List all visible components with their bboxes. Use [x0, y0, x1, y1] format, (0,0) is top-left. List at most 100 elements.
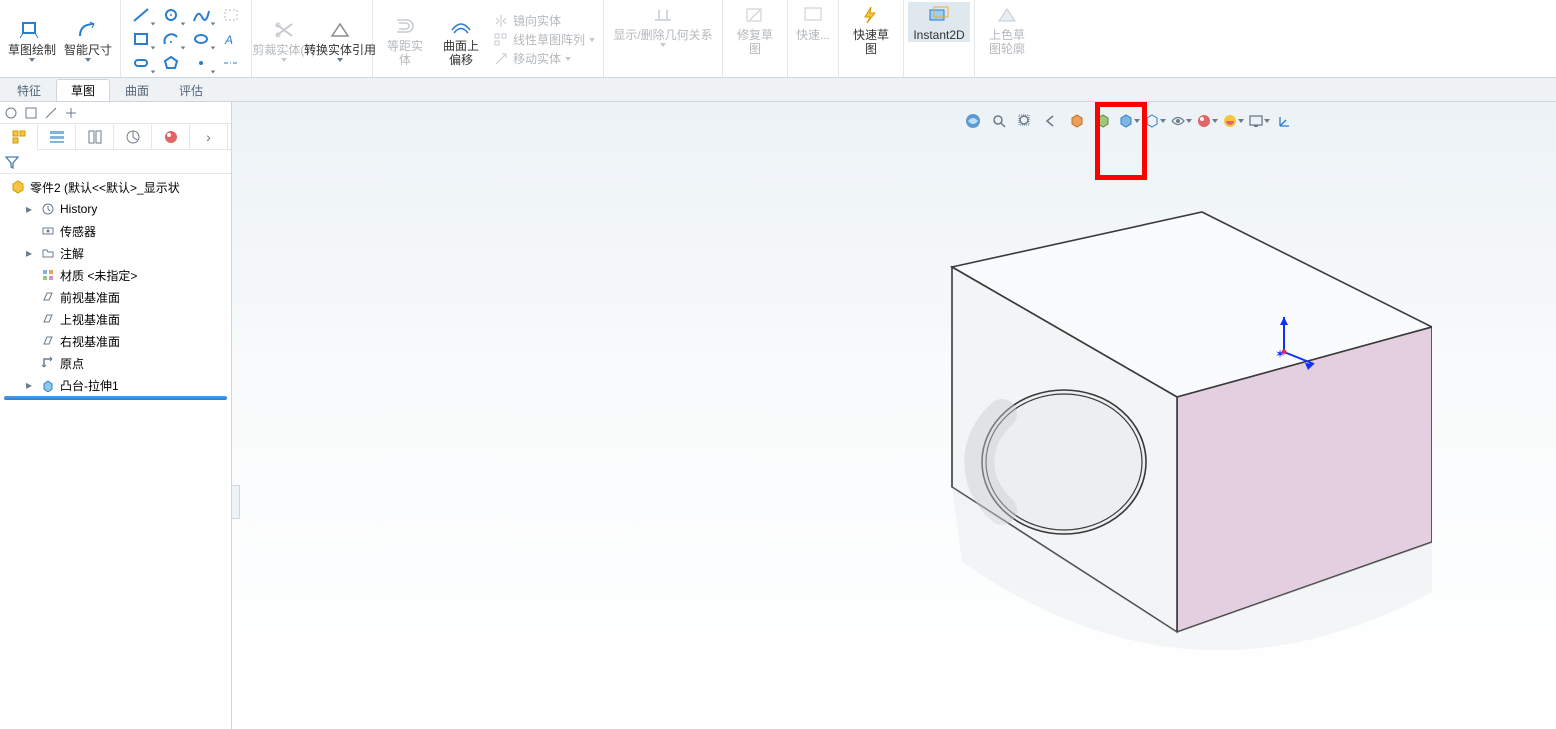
tab-features[interactable]: 特征: [2, 79, 56, 101]
hide-show-button[interactable]: [1144, 110, 1166, 132]
tab-surface[interactable]: 曲面: [110, 79, 164, 101]
tree-right-plane[interactable]: 右视基准面: [0, 330, 231, 352]
tree-item-label: 前视基准面: [60, 289, 120, 306]
view-orientation-cube[interactable]: [1092, 110, 1114, 132]
mirror-label: 镜向实体: [513, 12, 561, 29]
tree-annotations[interactable]: ▸ 注解: [0, 242, 231, 264]
convert-entities-button[interactable]: 转换实体引用: [312, 17, 368, 62]
linear-pattern-button[interactable]: 线性草图阵列: [493, 31, 595, 48]
rapid-sketch-icon: [857, 4, 885, 26]
offset-icon: [391, 15, 419, 37]
surface-offset-button[interactable]: 曲面上 偏移: [433, 13, 489, 67]
panel-quick-4[interactable]: [62, 104, 80, 122]
tree-material[interactable]: 材质 <未指定>: [0, 264, 231, 286]
svg-text:✶: ✶: [1275, 347, 1285, 361]
repair-label: 修复草 图: [737, 28, 773, 56]
ribbon-group-instant2d: Instant2D: [904, 0, 975, 77]
panel-quick-bar: [0, 102, 231, 124]
panel-tab-appearance[interactable]: [152, 124, 190, 150]
panel-collapse-handle[interactable]: [232, 485, 240, 519]
ribbon-group-sketch: 草图绘制 智能尺寸: [0, 0, 121, 77]
move-icon: [493, 51, 509, 67]
rectangle-tool[interactable]: [127, 28, 155, 50]
text-tool[interactable]: A: [217, 28, 245, 50]
panel-quick-1[interactable]: [2, 104, 20, 122]
offset-entities-button[interactable]: 等距实 体: [377, 13, 433, 67]
command-manager-tabs: 特征 草图 曲面 评估: [0, 78, 1556, 102]
tree-sensors[interactable]: 传感器: [0, 220, 231, 242]
eye-visibility-button[interactable]: [1170, 110, 1192, 132]
ellipse-tool[interactable]: [187, 28, 215, 50]
tree-history[interactable]: ▸History: [0, 198, 231, 220]
expand-icon: ▸: [26, 202, 36, 216]
slot-tool[interactable]: [127, 52, 155, 74]
rollback-bar[interactable]: [4, 396, 227, 400]
feature-tree: 零件2 (默认<<默认>_显示状 ▸History 传感器 ▸ 注解 材质 <未指…: [0, 174, 231, 729]
mirror-entities-button[interactable]: 镜向实体: [493, 12, 595, 29]
panel-tab-property[interactable]: [38, 124, 76, 150]
instant2d-button[interactable]: Instant2D: [908, 2, 970, 42]
display-style-button[interactable]: [1118, 110, 1140, 132]
panel-quick-2[interactable]: [22, 104, 40, 122]
tree-top-plane[interactable]: 上视基准面: [0, 308, 231, 330]
rapid-sketch-button[interactable]: 快速草 图: [843, 2, 899, 56]
tab-sketch[interactable]: 草图: [56, 79, 110, 101]
move-entities-button[interactable]: 移动实体: [493, 50, 595, 67]
apply-scene-button[interactable]: [1222, 110, 1244, 132]
tree-origin[interactable]: 原点: [0, 352, 231, 374]
view-orientation-button[interactable]: [962, 110, 984, 132]
instant2d-label: Instant2D: [913, 28, 964, 42]
tree-item-label: 注解: [60, 245, 84, 262]
sketch-draw-button[interactable]: 草图绘制: [4, 17, 60, 62]
arc-tool[interactable]: [157, 28, 185, 50]
caret-icon: [660, 43, 666, 47]
centerline-tool[interactable]: [217, 52, 245, 74]
spline-tool[interactable]: [187, 4, 215, 26]
graphics-viewport[interactable]: ✶: [232, 102, 1556, 729]
rectangle-ref-tool[interactable]: [217, 4, 245, 26]
display-relations-button[interactable]: 显示/删除几何关系: [608, 2, 718, 47]
caret-icon: [281, 58, 287, 62]
tree-front-plane[interactable]: 前视基准面: [0, 286, 231, 308]
section-view-button[interactable]: [1066, 110, 1088, 132]
rapid-sketch-label: 快速草 图: [853, 28, 889, 56]
view-triad-button[interactable]: [1274, 110, 1296, 132]
point-tool[interactable]: [187, 52, 215, 74]
convert-icon: [326, 19, 354, 41]
panel-tab-more[interactable]: ›: [190, 124, 228, 150]
surface-offset-icon: [447, 15, 475, 37]
tree-extrude1[interactable]: ▸凸台-拉伸1: [0, 374, 231, 396]
panel-quick-3[interactable]: [42, 104, 60, 122]
tab-evaluate[interactable]: 评估: [164, 79, 218, 101]
tree-root[interactable]: 零件2 (默认<<默认>_显示状: [0, 176, 231, 198]
surface-offset-label: 曲面上 偏移: [443, 39, 479, 67]
polygon-tool[interactable]: [157, 52, 185, 74]
previous-view-button[interactable]: [1040, 110, 1062, 132]
view-settings-button[interactable]: [1248, 110, 1270, 132]
tree-item-label: 传感器: [60, 223, 96, 240]
zoom-fit-button[interactable]: [988, 110, 1010, 132]
quick-button[interactable]: 快速...: [792, 2, 834, 42]
repair-sketch-button[interactable]: 修复草 图: [727, 2, 783, 56]
panel-tab-config[interactable]: [76, 124, 114, 150]
panel-tab-dim[interactable]: [114, 124, 152, 150]
model-3d-block: ✶: [672, 162, 1432, 722]
zoom-area-button[interactable]: [1014, 110, 1036, 132]
shade-icon: [993, 4, 1021, 26]
line-tool[interactable]: [127, 4, 155, 26]
panel-tab-feature-tree[interactable]: [0, 124, 38, 150]
relations-icon: [649, 4, 677, 26]
heads-up-view-toolbar: [962, 110, 1296, 132]
shade-sketch-button[interactable]: 上色草 图轮廓: [979, 2, 1035, 56]
part-icon: [10, 179, 26, 195]
circle-tool[interactable]: [157, 4, 185, 26]
filter-icon[interactable]: [4, 154, 20, 170]
tree-item-label: 材质 <未指定>: [60, 267, 137, 284]
quick-label: 快速...: [796, 28, 830, 42]
main-area: › 零件2 (默认<<默认>_显示状 ▸History 传感器 ▸ 注解 材质 <…: [0, 102, 1556, 729]
feature-manager-panel: › 零件2 (默认<<默认>_显示状 ▸History 传感器 ▸ 注解 材质 <…: [0, 102, 232, 729]
edit-appearance-button[interactable]: [1196, 110, 1218, 132]
expand-icon: ▸: [26, 246, 36, 260]
smart-dimension-button[interactable]: 智能尺寸: [60, 17, 116, 62]
caret-icon: [29, 58, 35, 62]
